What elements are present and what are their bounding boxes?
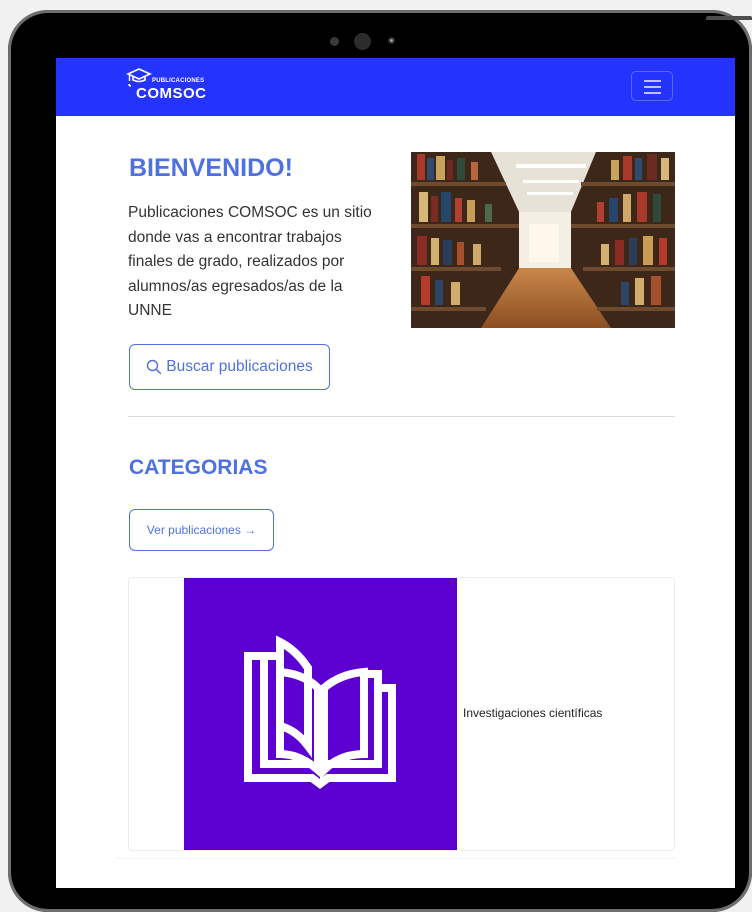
search-button-label: Buscar publicaciones <box>166 358 313 375</box>
library-photo <box>411 152 675 328</box>
tablet-side-button <box>706 16 752 20</box>
light-sensor <box>388 37 395 44</box>
view-publications-button[interactable]: Ver publicaciones → <box>129 509 274 551</box>
view-button-label: Ver publicaciones → <box>146 523 257 537</box>
navbar: PUBLICACIONES COMSOC <box>56 58 735 116</box>
tablet-frame: PUBLICACIONES COMSOC BIENVENIDO! Publica… <box>8 10 752 912</box>
camera-lens <box>354 33 371 50</box>
section-divider <box>128 416 675 417</box>
hamburger-icon <box>644 80 661 82</box>
logo[interactable]: PUBLICACIONES COMSOC <box>126 66 226 106</box>
category-card[interactable]: Investigaciones científicas <box>128 577 675 851</box>
next-category-card <box>116 858 676 888</box>
tablet-camera <box>318 32 408 52</box>
logo-subtitle: PUBLICACIONES <box>152 78 205 84</box>
open-book-icon <box>244 635 396 789</box>
welcome-text: Publicaciones COMSOC es un sitio donde v… <box>128 204 372 319</box>
search-icon <box>147 359 162 375</box>
menu-toggle-button[interactable] <box>631 71 673 101</box>
sensor-dot <box>330 37 339 46</box>
categories-title: CATEGORIAS <box>129 456 268 479</box>
search-publications-button[interactable]: Buscar publicaciones <box>129 344 330 390</box>
welcome-title: BIENVENIDO! <box>129 154 293 182</box>
screen: PUBLICACIONES COMSOC BIENVENIDO! Publica… <box>56 58 735 888</box>
logo-title: COMSOC <box>136 85 207 102</box>
category-image <box>184 578 457 850</box>
category-label: Investigaciones científicas <box>463 706 603 720</box>
